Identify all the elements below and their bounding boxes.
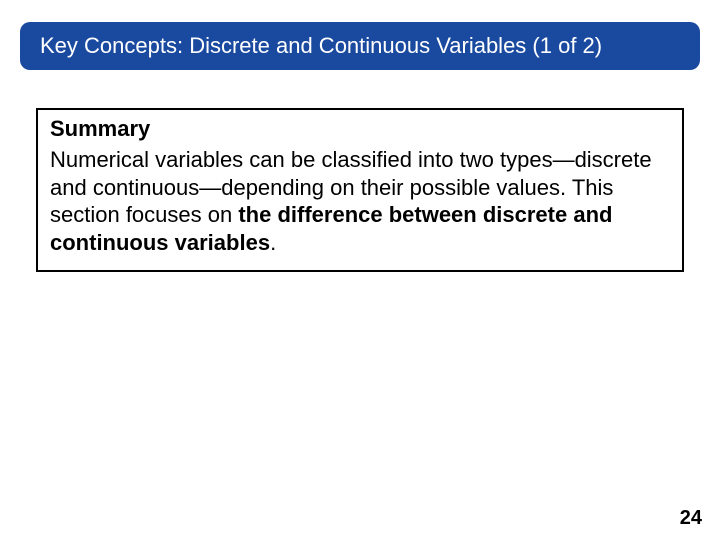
summary-box: Summary Numerical variables can be class… bbox=[36, 108, 684, 272]
slide-title-bar: Key Concepts: Discrete and Continuous Va… bbox=[20, 22, 700, 70]
page-number: 24 bbox=[680, 507, 702, 530]
summary-heading: Summary bbox=[50, 116, 670, 142]
summary-body-tail: . bbox=[270, 230, 276, 255]
slide-title-text: Key Concepts: Discrete and Continuous Va… bbox=[40, 33, 602, 59]
summary-body: Numerical variables can be classified in… bbox=[50, 146, 670, 256]
